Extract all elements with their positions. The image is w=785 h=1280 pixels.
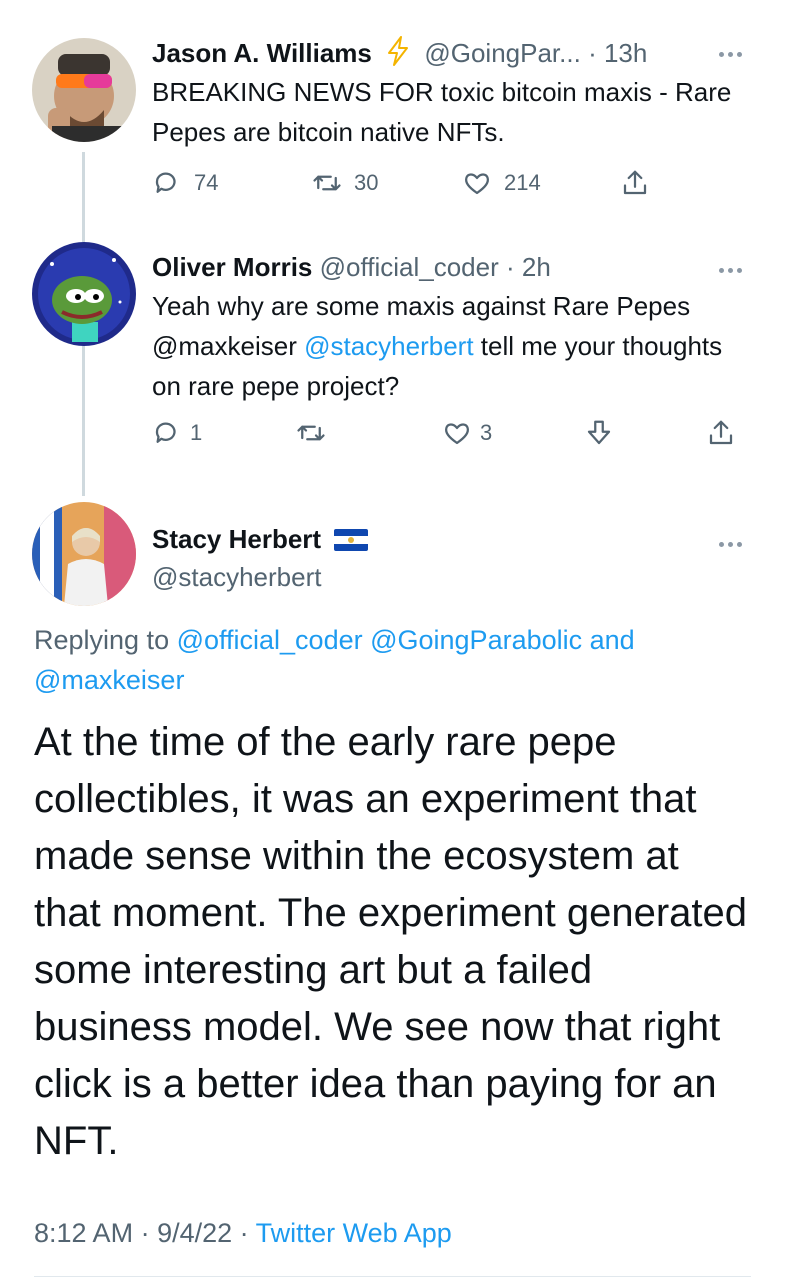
tweet-source-link[interactable]: Twitter Web App xyxy=(256,1218,452,1248)
like-button[interactable]: 214 xyxy=(462,168,541,198)
like-count: 3 xyxy=(480,420,493,445)
avatar-stacy[interactable] xyxy=(32,502,136,606)
reply-icon xyxy=(155,422,176,443)
retweet-icon xyxy=(313,175,341,191)
el-salvador-flag-icon xyxy=(334,527,369,557)
reply-count: 1 xyxy=(190,420,203,445)
share-button[interactable] xyxy=(706,418,736,448)
divider xyxy=(34,1276,751,1277)
tweet-time[interactable]: · 2h xyxy=(506,252,551,282)
tip-button[interactable] xyxy=(584,418,614,448)
reply-button[interactable]: 74 xyxy=(152,168,218,198)
tweet-text: BREAKING NEWS FOR toxic bitcoin maxis - … xyxy=(152,77,732,147)
retweet-icon xyxy=(297,425,325,441)
tweet-actions: 74 30 214 xyxy=(152,168,752,204)
like-count: 214 xyxy=(504,170,541,195)
tweet-header-jason: Jason A. Williams @GoingPar... · 13h xyxy=(152,36,647,72)
tip-icon xyxy=(587,420,611,445)
author-name[interactable]: Jason A. Williams xyxy=(152,38,372,68)
retweet-count: 30 xyxy=(354,170,379,195)
reply-count: 74 xyxy=(194,170,219,195)
avatar-jason[interactable] xyxy=(32,38,136,142)
meta-separator: · xyxy=(232,1218,256,1248)
author-name[interactable]: Stacy Herbert xyxy=(152,524,321,554)
tweet-text: Yeah why are some maxis against Rare Pep… xyxy=(152,286,752,406)
main-tweet-text: At the time of the early rare pepe colle… xyxy=(34,720,748,1163)
tweet-meta: 8:12 AM · 9/4/22 · Twitter Web App xyxy=(34,1218,452,1249)
thread-line-2 xyxy=(82,336,85,496)
author-handle[interactable]: @official_coder xyxy=(320,252,499,282)
replying-to: Replying to @official_coder @GoingParabo… xyxy=(34,620,754,700)
heart-icon xyxy=(464,173,490,195)
main-author-handle[interactable]: @stacyherbert xyxy=(152,562,321,592)
meta-separator: · xyxy=(133,1218,158,1248)
tweet-date[interactable]: 9/4/22 xyxy=(157,1218,232,1248)
mention-link[interactable]: @stacyherbert xyxy=(304,331,473,361)
reply-button[interactable]: 1 xyxy=(152,418,202,448)
more-options-icon[interactable] xyxy=(719,44,749,58)
share-icon xyxy=(623,170,647,195)
retweet-button[interactable] xyxy=(296,418,326,448)
like-button[interactable]: 3 xyxy=(442,418,492,448)
tweet-actions: 1 3 xyxy=(152,418,752,454)
author-name[interactable]: Oliver Morris xyxy=(152,252,312,282)
tweet-time[interactable]: 8:12 AM xyxy=(34,1218,133,1248)
heart-icon xyxy=(444,423,470,445)
share-button[interactable] xyxy=(620,168,650,198)
reply-icon xyxy=(155,172,176,193)
main-author-name-row: Stacy Herbert xyxy=(152,524,369,557)
share-icon xyxy=(709,420,733,445)
replying-to-label: Replying to xyxy=(34,625,177,655)
tweet-header-oliver: Oliver Morris @official_coder · 2h xyxy=(152,252,551,282)
retweet-button[interactable]: 30 xyxy=(312,168,378,198)
more-options-icon[interactable] xyxy=(719,534,749,548)
more-options-icon[interactable] xyxy=(719,260,749,274)
tweet-time[interactable]: · 13h xyxy=(588,38,647,68)
author-handle[interactable]: @GoingPar... xyxy=(424,38,580,68)
lightning-icon xyxy=(385,36,411,72)
thread-line-1 xyxy=(82,152,85,242)
avatar-oliver[interactable] xyxy=(32,242,136,346)
